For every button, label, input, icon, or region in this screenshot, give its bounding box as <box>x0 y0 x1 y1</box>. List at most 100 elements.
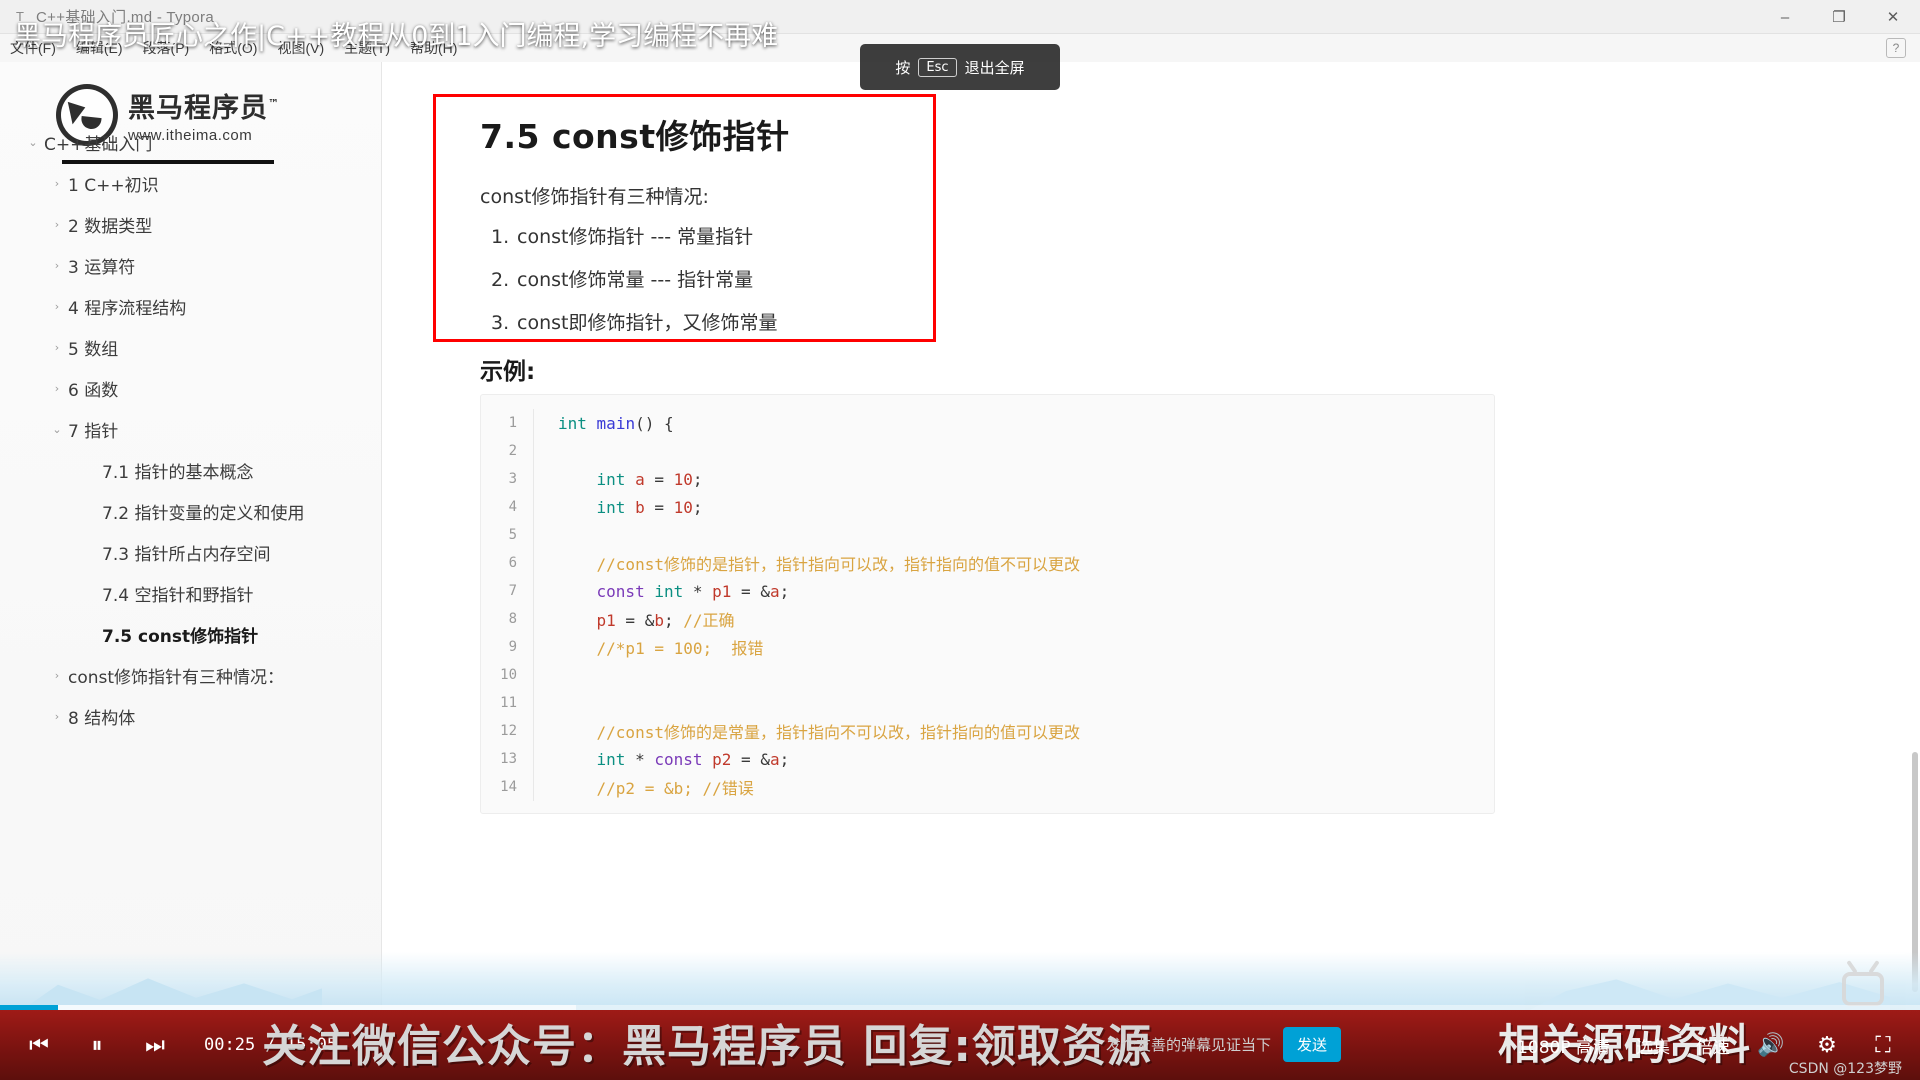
chevron-right-icon[interactable]: › <box>46 341 68 354</box>
outline-item-label: 7 指针 <box>68 422 119 442</box>
player-control-bar: ⏮ ⏸ ⏭ 00:25 / 15:05 关注微信公众号：黑马程序员 回复:领取资… <box>0 1010 1920 1080</box>
code-line-number: 11 <box>500 695 517 711</box>
outline-item-label: 7.2 指针变量的定义和使用 <box>102 504 305 524</box>
code-line-number: 5 <box>508 527 517 543</box>
list-item-number: 1. <box>491 226 510 248</box>
outline-item-10[interactable]: 7.3 指针所占内存空间 <box>0 532 381 573</box>
code-gutter-divider <box>533 689 534 717</box>
outline-item-label: 7.4 空指针和野指针 <box>102 586 254 606</box>
case-list-item-1: 2. const修饰常量 --- 指针常量 <box>491 265 777 292</box>
code-line-7: 7 const int * p1 = &a; <box>481 577 1494 605</box>
outline-item-label: const修饰指针有三种情况： <box>68 668 285 688</box>
chevron-right-icon[interactable]: › <box>46 218 68 231</box>
outline-item-2[interactable]: › 2 数据类型 <box>0 204 381 245</box>
window-controls: – ❐ ✕ <box>1758 0 1920 34</box>
help-icon[interactable]: ? <box>1886 38 1906 58</box>
code-line-4: 4 int b = 10; <box>481 493 1494 521</box>
chevron-right-icon[interactable]: › <box>46 710 68 723</box>
outline-item-11[interactable]: 7.4 空指针和野指针 <box>0 573 381 614</box>
volume-icon[interactable]: 🔊 <box>1756 1030 1786 1060</box>
code-gutter-divider <box>533 661 534 689</box>
list-item-text: const修饰指针 --- 常量指针 <box>517 226 754 248</box>
outline-item-6[interactable]: › 6 函数 <box>0 368 381 409</box>
outline-item-7[interactable]: ⌄ 7 指针 <box>0 409 381 450</box>
outline-item-9[interactable]: 7.2 指针变量的定义和使用 <box>0 491 381 532</box>
bilibili-logo-icon <box>1842 972 1884 1006</box>
outline-item-label: 4 程序流程结构 <box>68 299 187 319</box>
outline-item-3[interactable]: › 3 运算符 <box>0 245 381 286</box>
trademark-icon: ™ <box>268 97 280 110</box>
code-line-2: 2 <box>481 437 1494 465</box>
code-line-8: 8 p1 = &b; //正确 <box>481 605 1494 633</box>
code-line-6: 6 //const修饰的是指针，指针指向可以改，指针指向的值不可以更改 <box>481 549 1494 577</box>
previous-icon[interactable]: ⏮ <box>24 1030 54 1060</box>
fullscreen-icon[interactable]: ⛶ <box>1868 1030 1898 1060</box>
chevron-down-icon[interactable]: ⌄ <box>46 423 68 436</box>
minimize-button[interactable]: – <box>1758 0 1812 34</box>
chevron-right-icon[interactable]: › <box>46 669 68 682</box>
code-line-number: 9 <box>508 639 517 655</box>
outline-item-14[interactable]: › 8 结构体 <box>0 696 381 737</box>
code-line-text: //const修饰的是指针，指针指向可以改，指针指向的值不可以更改 <box>558 555 1080 574</box>
episodes-button[interactable]: 选集 <box>1636 1033 1670 1058</box>
chevron-right-icon[interactable]: › <box>46 382 68 395</box>
close-button[interactable]: ✕ <box>1866 0 1920 34</box>
outline-item-label: C++基础入门 <box>44 135 153 155</box>
code-line-text: p1 = &b; //正确 <box>596 611 735 630</box>
cases-list: 1. const修饰指针 --- 常量指针 2. const修饰常量 --- 指针常量… <box>491 222 777 351</box>
case-list-item-2: 3. const即修饰指针，又修饰常量 <box>491 308 777 335</box>
send-danmaku-button[interactable]: 发送 <box>1283 1027 1342 1062</box>
maximize-button[interactable]: ❐ <box>1812 0 1866 34</box>
outline-item-8[interactable]: 7.1 指针的基本概念 <box>0 450 381 491</box>
code-line-number: 13 <box>500 751 517 767</box>
outline-item-label: 5 数组 <box>68 340 119 360</box>
outline-sidebar: 黑马程序员™ www.itheima.com ⌄ C++基础入门 › 1 C++初识 ›… <box>0 62 382 1010</box>
chevron-right-icon[interactable]: › <box>46 300 68 313</box>
code-line-number: 3 <box>508 471 517 487</box>
code-line-text: //p2 = &b; //错误 <box>558 779 754 798</box>
outline-item-0[interactable]: ⌄ C++基础入门 <box>0 122 381 163</box>
outline-list: ⌄ C++基础入门 › 1 C++初识 › 2 数据类型 › 3 运算符 › 4 程序流程结构 › 5… <box>0 112 381 737</box>
intro-paragraph: const修饰指针有三种情况: <box>480 186 709 208</box>
outline-item-label: 2 数据类型 <box>68 217 153 237</box>
outline-item-12[interactable]: 7.5 const修饰指针 <box>0 614 381 655</box>
exit-fullscreen-suffix: 退出全屏 <box>964 58 1025 77</box>
pause-icon[interactable]: ⏸ <box>82 1030 112 1060</box>
list-item-number: 3. <box>491 312 510 334</box>
typora-window: T C++基础入门.md - Typora – ❐ ✕ 文件(F) 编辑(E) … <box>0 0 1920 1010</box>
speed-button[interactable]: 倍速 <box>1696 1033 1730 1058</box>
outline-item-1[interactable]: › 1 C++初识 <box>0 163 381 204</box>
code-line-text: int a = 10; <box>596 469 703 489</box>
outline-item-label: 7.3 指针所占内存空间 <box>102 545 271 565</box>
code-line-10: 10 <box>481 661 1494 689</box>
outline-item-label: 7.5 const修饰指针 <box>102 627 259 647</box>
outline-item-13[interactable]: › const修饰指针有三种情况： <box>0 655 381 696</box>
outline-item-5[interactable]: › 5 数组 <box>0 327 381 368</box>
next-icon[interactable]: ⏭ <box>140 1030 170 1060</box>
code-block[interactable]: 1 int main() {2 3 int a = 10; 4 int b = 10;… <box>480 394 1495 814</box>
code-line-number: 1 <box>508 415 517 431</box>
example-heading: 示例: <box>480 359 536 385</box>
code-line-12: 12 //const修饰的是常量，指针指向不可以改，指针指向的值可以更改 <box>481 717 1494 745</box>
chevron-right-icon[interactable]: › <box>46 177 68 190</box>
code-gutter-divider <box>533 437 534 465</box>
document-area[interactable]: 7.5 const修饰指针 const修饰指针有三种情况: 1. const修饰指… <box>383 62 1920 1010</box>
code-line-11: 11 <box>481 689 1494 717</box>
quality-selector[interactable]: 1080P 高清 <box>1517 1033 1610 1058</box>
list-item-number: 2. <box>491 269 510 291</box>
chevron-down-icon[interactable]: ⌄ <box>22 136 44 149</box>
chevron-right-icon[interactable]: › <box>46 259 68 272</box>
bilibili-watermark <box>1842 972 1884 1006</box>
code-line-number: 2 <box>508 443 517 459</box>
settings-gear-icon[interactable]: ⚙ <box>1812 1030 1842 1060</box>
esc-key-badge: Esc <box>918 57 957 77</box>
list-item-text: const修饰常量 --- 指针常量 <box>517 269 754 291</box>
outline-item-4[interactable]: › 4 程序流程结构 <box>0 286 381 327</box>
code-line-14: 14 //p2 = &b; //错误 <box>481 773 1494 801</box>
code-line-number: 6 <box>508 555 517 571</box>
outline-item-label: 7.1 指针的基本概念 <box>102 463 254 483</box>
outline-item-label: 3 运算符 <box>68 258 136 278</box>
danmaku-input-area[interactable]: 发个友善的弹幕见证当下 发送 <box>1106 1027 1342 1062</box>
video-title-overlay: 黑马程序员匠心之作|C++教程从0到1入门编程,学习编程不再难 <box>14 21 779 52</box>
code-line-9: 9 //*p1 = 100; 报错 <box>481 633 1494 661</box>
